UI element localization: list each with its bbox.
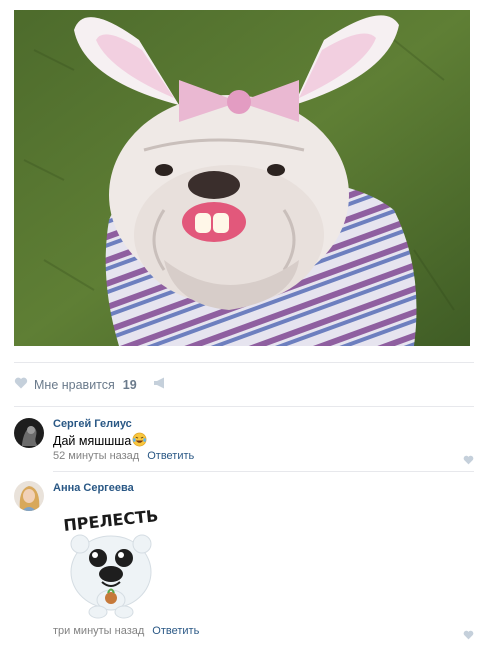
comment-text-content: Дай мяшшша — [53, 434, 132, 448]
post-photo[interactable] — [14, 10, 470, 346]
comment: Анна Сергеева ПРЕЛЕСТЬ три минуты назад О… — [14, 480, 474, 640]
comment-time[interactable]: 52 минуты назад — [53, 450, 139, 462]
post-actions: Мне нравится 19 — [14, 374, 167, 396]
heart-icon[interactable] — [463, 452, 474, 470]
reply-button[interactable]: Ответить — [147, 450, 194, 462]
divider — [14, 406, 474, 407]
divider — [14, 362, 474, 363]
comment-meta: три минуты назад Ответить — [53, 625, 199, 637]
laughing-emoji-icon — [132, 432, 147, 450]
heart-icon[interactable] — [14, 376, 28, 394]
comment-meta: 52 минуты назад Ответить — [53, 450, 194, 462]
divider — [53, 471, 474, 472]
comment-author[interactable]: Анна Сергеева — [53, 482, 134, 494]
comment-text: Дай мяшшша — [53, 432, 147, 450]
comment-author[interactable]: Сергей Гелиус — [53, 418, 132, 430]
avatar[interactable] — [14, 418, 44, 448]
megaphone-icon[interactable] — [153, 376, 167, 394]
avatar[interactable] — [14, 481, 44, 511]
heart-icon[interactable] — [463, 627, 474, 645]
like-count: 19 — [122, 378, 137, 392]
sticker-label: ПРЕЛЕСТЬ — [63, 506, 160, 535]
comment: Сергей Гелиус Дай мяшшша 52 минуты назад… — [14, 418, 474, 466]
comment-time[interactable]: три минуты назад — [53, 625, 144, 637]
reply-button[interactable]: Ответить — [152, 625, 199, 637]
sticker: ПРЕЛЕСТЬ — [58, 502, 164, 620]
like-button[interactable]: Мне нравится — [34, 378, 115, 392]
